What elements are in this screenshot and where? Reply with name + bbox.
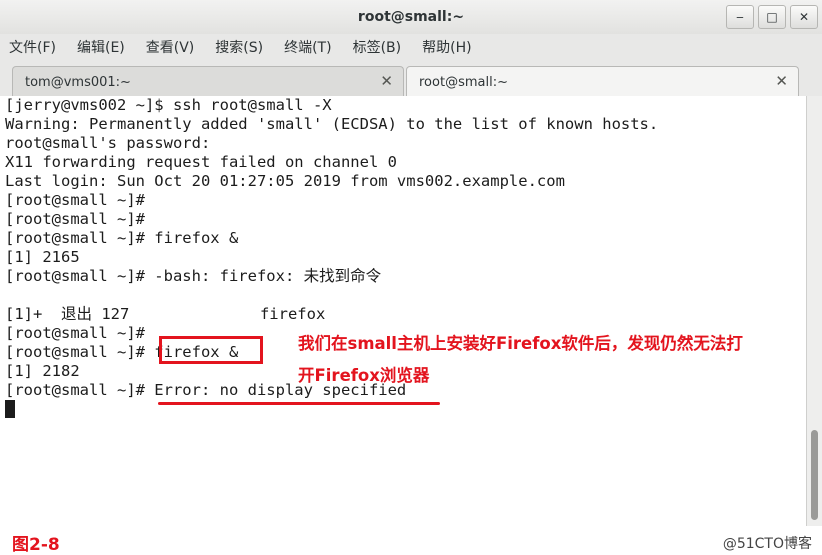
figure-label: 图2-8 xyxy=(12,535,60,555)
terminal-area[interactable]: [jerry@vms002 ~]$ ssh root@small -X Warn… xyxy=(0,96,806,526)
terminal-line: [root@small ~]# xyxy=(5,324,145,342)
menubar: 文件(F) 编辑(E) 查看(V) 搜索(S) 终端(T) 标签(B) 帮助(H… xyxy=(0,34,822,60)
terminal-line: Warning: Permanently added 'small' (ECDS… xyxy=(5,115,659,133)
terminal-line: [1] 2165 xyxy=(5,248,80,266)
tab-label: root@small:~ xyxy=(419,75,508,90)
figure-footer: 图2-8 @51CTO博客 xyxy=(0,526,822,555)
annotation-text-line1: 我们在small主机上安装好Firefox软件后，发现仍然无法打 xyxy=(298,334,743,353)
tab-label: tom@vms001:~ xyxy=(25,75,131,90)
maximize-button[interactable]: □ xyxy=(758,5,786,29)
window-titlebar[interactable]: root@small:~ ‒ □ ✕ xyxy=(0,0,822,35)
menu-view[interactable]: 查看(V) xyxy=(143,35,198,59)
tab-bar: tom@vms001:~ ✕ root@small:~ ✕ xyxy=(0,62,822,97)
terminal-scrollbar[interactable] xyxy=(806,96,822,526)
window-title: root@small:~ xyxy=(357,9,465,25)
highlight-underline xyxy=(158,402,440,405)
menu-file[interactable]: 文件(F) xyxy=(6,35,59,59)
terminal-line: X11 forwarding request failed on channel… xyxy=(5,153,397,171)
tab-close-icon[interactable]: ✕ xyxy=(775,72,788,90)
menu-terminal[interactable]: 终端(T) xyxy=(281,35,334,59)
terminal-line: Last login: Sun Oct 20 01:27:05 2019 fro… xyxy=(5,172,565,190)
scrollbar-thumb[interactable] xyxy=(811,430,818,520)
watermark: @51CTO博客 xyxy=(722,536,812,552)
terminal-line: [1] 2182 xyxy=(5,362,80,380)
terminal-line: [jerry@vms002 ~]$ ssh root@small -X xyxy=(5,96,332,114)
annotation-text-line2: 开Firefox浏览器 xyxy=(298,366,430,385)
menu-help[interactable]: 帮助(H) xyxy=(419,35,474,59)
tab-tom-vms001[interactable]: tom@vms001:~ ✕ xyxy=(12,66,404,96)
terminal-line: [root@small ~]# xyxy=(5,210,145,228)
close-button[interactable]: ✕ xyxy=(790,5,818,29)
minimize-button[interactable]: ‒ xyxy=(726,5,754,29)
menu-edit[interactable]: 编辑(E) xyxy=(74,35,128,59)
terminal-line: root@small's password: xyxy=(5,134,211,152)
window-controls: ‒ □ ✕ xyxy=(726,5,818,29)
highlight-box xyxy=(159,336,263,364)
terminal-line: [1]+ 退出 127 firefox xyxy=(5,305,326,323)
terminal-line: [root@small ~]# xyxy=(5,191,145,209)
terminal-line: [root@small ~]# firefox & xyxy=(5,229,239,247)
tab-root-small[interactable]: root@small:~ ✕ xyxy=(406,66,799,97)
tab-close-icon[interactable]: ✕ xyxy=(380,72,393,90)
menu-search[interactable]: 搜索(S) xyxy=(212,35,266,59)
terminal-cursor xyxy=(5,400,15,418)
terminal-line: [root@small ~]# -bash: firefox: 未找到命令 xyxy=(5,267,382,285)
menu-tabs[interactable]: 标签(B) xyxy=(350,35,405,59)
